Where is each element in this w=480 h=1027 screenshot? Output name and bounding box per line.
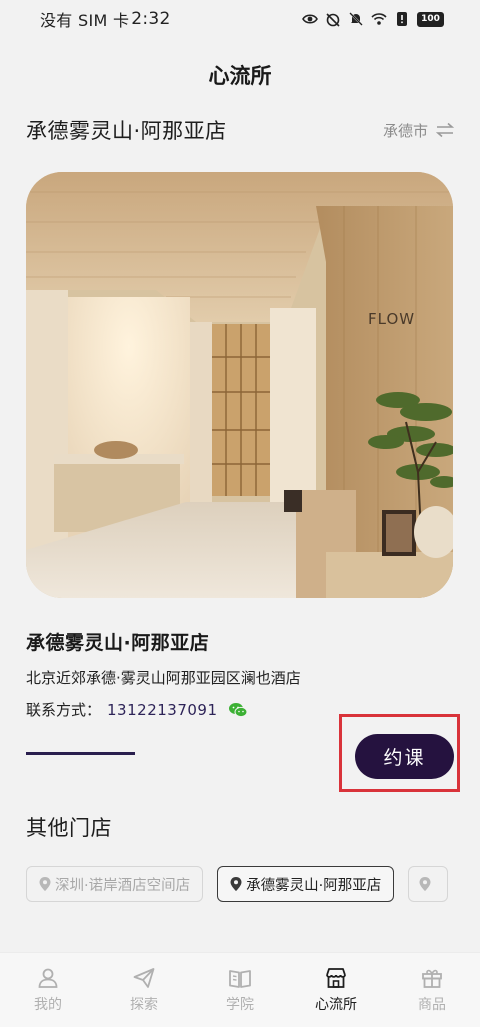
store-chip-shenzhen[interactable]: 深圳·诺岸酒店空间店: [26, 866, 204, 902]
page-title: 心流所: [208, 64, 272, 88]
nav-label: 我的: [34, 997, 62, 1013]
user-icon: [38, 968, 58, 988]
gift-icon: [422, 969, 442, 988]
alarm-off-icon: [326, 13, 340, 27]
nav-item-academy[interactable]: 学院: [192, 953, 288, 1027]
carrier-text: 没有 SIM 卡: [40, 11, 130, 30]
nav-label: 学院: [226, 997, 254, 1013]
hero-sign: FLOW: [368, 310, 415, 328]
nav-item-mine[interactable]: 我的: [0, 953, 96, 1027]
city-switch[interactable]: 承德市: [383, 120, 454, 141]
location-pin-icon: [230, 877, 242, 891]
status-time: 2:32: [131, 9, 171, 29]
book-icon: [229, 970, 251, 988]
bottom-nav: 我的 探索 学院 心流所 商品: [0, 952, 480, 1027]
wifi-icon: [371, 13, 387, 25]
current-store-name: 承德雾灵山·阿那亚店: [26, 119, 227, 143]
divider-line: [26, 752, 135, 755]
store-chips: 深圳·诺岸酒店空间店 承德雾灵山·阿那亚店: [26, 866, 480, 904]
other-stores-title: 其他门店: [26, 816, 112, 840]
nav-label: 探索: [130, 997, 158, 1013]
store-chip-label: 深圳·诺岸酒店空间店: [55, 877, 191, 894]
wechat-icon[interactable]: [228, 702, 248, 718]
store-chip-chengde[interactable]: 承德雾灵山·阿那亚店: [217, 866, 395, 902]
nav-item-flow-studio[interactable]: 心流所: [288, 953, 384, 1027]
book-class-button[interactable]: 约课: [355, 734, 454, 779]
status-left: 没有 SIM 卡 2:32: [40, 7, 171, 31]
store-interior-illustration: FLOW: [26, 172, 453, 598]
mute-bell-icon: [349, 12, 363, 26]
battery-indicator: 100: [417, 11, 444, 27]
nav-label: 心流所: [315, 997, 357, 1013]
location-pin-icon: [419, 877, 431, 891]
eye-icon: [302, 14, 318, 24]
nav-item-products[interactable]: 商品: [384, 953, 480, 1027]
paper-plane-icon: [133, 968, 155, 988]
switch-arrows-icon: [436, 122, 454, 138]
store-chip-label: 承德雾灵山·阿那亚店: [246, 877, 382, 894]
contact-row: 联系方式： 13122137091: [26, 699, 248, 720]
nav-item-explore[interactable]: 探索: [96, 953, 192, 1027]
store-name: 承德雾灵山·阿那亚店: [26, 632, 210, 654]
nav-label: 商品: [418, 997, 446, 1013]
store-address: 北京近郊承德·雾灵山阿那亚园区澜也酒店: [26, 669, 301, 687]
status-icons: 100: [302, 11, 444, 27]
storefront-icon: [326, 968, 346, 988]
contact-phone[interactable]: 13122137091: [107, 701, 217, 719]
status-bar: 没有 SIM 卡 2:32 100: [0, 0, 480, 38]
store-header: 承德雾灵山·阿那亚店 承德市: [26, 114, 454, 146]
city-label: 承德市: [382, 121, 428, 140]
contact-label: 联系方式：: [26, 701, 102, 719]
location-pin-icon: [39, 877, 51, 891]
store-chip-partial[interactable]: [408, 866, 449, 902]
store-photo: FLOW: [26, 172, 453, 598]
alert-icon: [397, 12, 407, 26]
